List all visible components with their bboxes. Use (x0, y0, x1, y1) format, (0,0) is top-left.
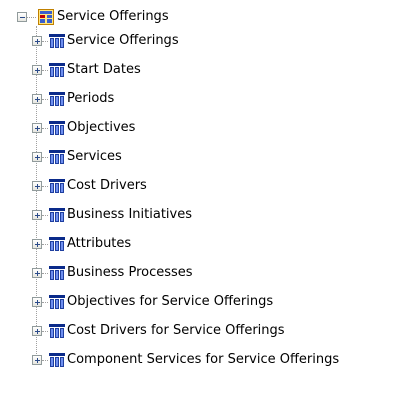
tree-node-row[interactable]: Cost Drivers for Service Offerings (0, 320, 405, 342)
expand-toggle[interactable] (32, 152, 42, 162)
expand-toggle[interactable] (32, 123, 42, 133)
dimension-icon (49, 237, 65, 251)
dimension-icon (49, 266, 65, 280)
dimension-icon (49, 353, 65, 367)
tree-node-row[interactable]: Service Offerings (0, 30, 405, 52)
tree-node-row[interactable]: Attributes (0, 233, 405, 255)
tree-node-label[interactable]: Business Processes (67, 265, 193, 281)
tree-node-label[interactable]: Business Initiatives (67, 207, 192, 223)
expand-toggle[interactable] (32, 36, 42, 46)
dimension-icon (49, 63, 65, 77)
collapse-toggle[interactable] (17, 12, 27, 22)
tree-node-label[interactable]: Service Offerings (67, 33, 179, 49)
expand-toggle[interactable] (32, 326, 42, 336)
tree-node-label[interactable]: Cost Drivers for Service Offerings (67, 323, 285, 339)
cube-folder-icon (38, 9, 54, 25)
tree-node-label[interactable]: Cost Drivers (67, 178, 147, 194)
expand-toggle[interactable] (32, 210, 42, 220)
tree-node-label[interactable]: Objectives for Service Offerings (67, 294, 273, 310)
expand-toggle[interactable] (32, 181, 42, 191)
tree-node-label[interactable]: Start Dates (67, 62, 141, 78)
tree-node-row[interactable]: Business Processes (0, 262, 405, 284)
tree-node-row[interactable]: Periods (0, 88, 405, 110)
tree-node-label[interactable]: Services (67, 149, 122, 165)
expand-toggle[interactable] (32, 65, 42, 75)
tree-node-row[interactable]: Services (0, 146, 405, 168)
tree-node-label[interactable]: Attributes (67, 236, 131, 252)
expand-toggle[interactable] (32, 94, 42, 104)
tree-node-label[interactable]: Component Services for Service Offerings (67, 352, 339, 368)
tree-root-label[interactable]: Service Offerings (57, 9, 169, 25)
expand-toggle[interactable] (32, 239, 42, 249)
dimension-icon (49, 295, 65, 309)
tree-node-row[interactable]: Component Services for Service Offerings (0, 349, 405, 371)
tree-node-label[interactable]: Periods (67, 91, 114, 107)
dimension-icon (49, 34, 65, 48)
dimension-icon (49, 179, 65, 193)
expand-toggle[interactable] (32, 297, 42, 307)
tree-node-row[interactable]: Start Dates (0, 59, 405, 81)
dimension-icon (49, 324, 65, 338)
dimension-icon (49, 208, 65, 222)
tree-view: Service Offerings Service Offerings Star… (0, 0, 405, 398)
tree-node-row[interactable]: Business Initiatives (0, 204, 405, 226)
dimension-icon (49, 150, 65, 164)
tree-node-label[interactable]: Objectives (67, 120, 135, 136)
tree-node-row[interactable]: Objectives (0, 117, 405, 139)
expand-toggle[interactable] (32, 268, 42, 278)
tree-root-row[interactable]: Service Offerings (0, 6, 405, 28)
dimension-icon (49, 121, 65, 135)
tree-node-row[interactable]: Objectives for Service Offerings (0, 291, 405, 313)
tree-node-row[interactable]: Cost Drivers (0, 175, 405, 197)
dimension-icon (49, 92, 65, 106)
expand-toggle[interactable] (32, 355, 42, 365)
